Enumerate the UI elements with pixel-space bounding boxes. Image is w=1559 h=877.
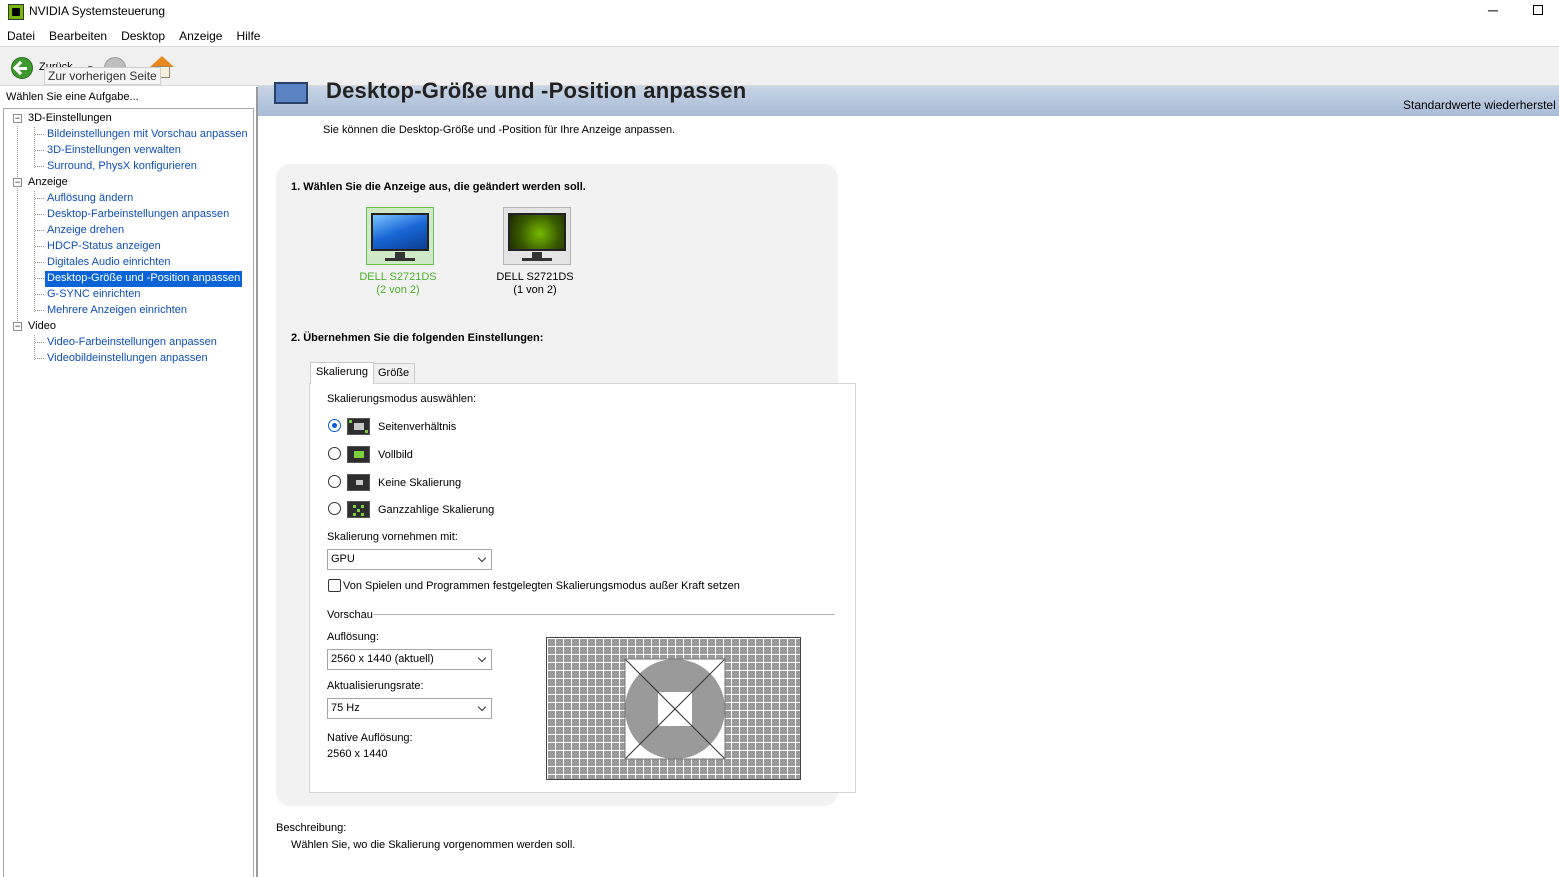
resolution-label: Auflösung: (327, 631, 379, 643)
menu-anzeige[interactable]: Anzeige (172, 27, 229, 45)
tree-collapse-icon[interactable]: − (13, 178, 22, 187)
toolbar: Zurück ▾ Zur vorherigen Seite (0, 46, 1559, 86)
integer-scaling-icon (347, 501, 370, 518)
tab-skalierung[interactable]: Skalierung (310, 362, 374, 384)
description-label: Beschreibung: (276, 822, 347, 834)
tree-item-video-farbe[interactable]: Video-Farbeinstellungen anpassen (45, 335, 219, 351)
tree-item-anzeige-drehen[interactable]: Anzeige drehen (45, 223, 126, 239)
maximize-button[interactable] (1533, 5, 1543, 15)
title-bar: NVIDIA Systemsteuerung ─ (0, 0, 1559, 24)
no-scaling-icon (347, 474, 370, 491)
override-checkbox[interactable] (328, 579, 341, 592)
tree-collapse-icon[interactable]: − (13, 322, 22, 331)
fullscreen-icon (347, 446, 370, 463)
menu-desktop[interactable]: Desktop (114, 27, 172, 45)
page-intro: Sie können die Desktop-Größe und -Positi… (323, 124, 676, 136)
tree-category-anzeige[interactable]: Anzeige (28, 175, 68, 191)
display-tile-2[interactable] (366, 207, 434, 265)
task-tree: − 3D-Einstellungen Bildeinstellungen mit… (3, 108, 254, 877)
tree-item-desktop-groesse[interactable]: Desktop-Größe und -Position anpassen (45, 271, 243, 287)
display-name: DELL S2721DS (496, 271, 574, 283)
display-name: DELL S2721DS (359, 271, 437, 283)
minimize-button[interactable]: ─ (1486, 2, 1500, 18)
tree-item-mehrere-anzeigen[interactable]: Mehrere Anzeigen einrichten (45, 303, 189, 319)
preview-group-label: Vorschau (327, 609, 373, 621)
tree-item-videobild[interactable]: Videobildeinstellungen anpassen (45, 351, 210, 367)
display-index: (1 von 2) (513, 284, 557, 296)
monitor-nvidia-icon (508, 213, 566, 251)
aspect-ratio-icon (347, 418, 370, 435)
panel-splitter[interactable] (256, 87, 258, 877)
tree-item-digitales-audio[interactable]: Digitales Audio einrichten (45, 255, 173, 271)
preview-divider (373, 614, 835, 615)
radio-vollbild[interactable] (328, 447, 341, 460)
desktop-size-icon (274, 82, 316, 110)
tree-collapse-icon[interactable]: − (13, 114, 22, 123)
window-title: NVIDIA Systemsteuerung (29, 4, 166, 18)
tree-item-aufloesung[interactable]: Auflösung ändern (45, 191, 135, 207)
tab-groesse[interactable]: Größe (372, 363, 416, 384)
tree-category-video[interactable]: Video (28, 319, 56, 335)
nvidia-app-icon (8, 4, 24, 20)
section1-title: 1. Wählen Sie die Anzeige aus, die geänd… (291, 181, 586, 193)
task-panel-header: Wählen Sie eine Aufgabe... (6, 91, 139, 103)
refresh-rate-label: Aktualisierungsrate: (327, 680, 424, 692)
native-resolution-value: 2560 x 1440 (327, 748, 388, 760)
restore-defaults-link[interactable]: Standardwerte wiederherstel (1403, 98, 1556, 112)
page-banner: Desktop-Größe und -Position anpassen Sta… (258, 78, 1559, 116)
radio-keine-skalierung[interactable] (328, 475, 341, 488)
menu-hilfe[interactable]: Hilfe (229, 27, 267, 45)
scaling-preview (546, 637, 801, 780)
native-resolution-label: Native Auflösung: (327, 732, 413, 744)
scaling-mode-label: Skalierungsmodus auswählen: (327, 393, 477, 405)
option-ganzzahlige-skalierung[interactable]: Ganzzahlige Skalierung (378, 504, 494, 516)
override-label[interactable]: Von Spielen und Programmen festgelegten … (343, 580, 740, 592)
display-label-2[interactable]: DELL S2721DS (2 von 2) (348, 271, 448, 297)
tree-item-hdcp-status[interactable]: HDCP-Status anzeigen (45, 239, 163, 255)
menu-bar: Datei Bearbeiten Desktop Anzeige Hilfe (0, 27, 267, 45)
tree-category-3d[interactable]: 3D-Einstellungen (28, 111, 112, 127)
tree-item-farbeinstellungen[interactable]: Desktop-Farbeinstellungen anpassen (45, 207, 231, 223)
tree-item-3d-verwalten[interactable]: 3D-Einstellungen verwalten (45, 143, 183, 159)
menu-datei[interactable]: Datei (0, 27, 42, 45)
perform-scaling-label: Skalierung vornehmen mit: (327, 531, 458, 543)
tree-item-gsync[interactable]: G-SYNC einrichten (45, 287, 143, 303)
radio-ganzzahlige-skalierung[interactable] (328, 502, 341, 515)
radio-seitenverhaeltnis[interactable] (328, 419, 341, 432)
perform-scaling-select[interactable]: GPU (327, 549, 492, 570)
option-seitenverhaeltnis[interactable]: Seitenverhältnis (378, 421, 456, 433)
refresh-rate-select[interactable]: 75 Hz (327, 698, 492, 719)
tree-item-surround-physx[interactable]: Surround, PhysX konfigurieren (45, 159, 199, 175)
option-keine-skalierung[interactable]: Keine Skalierung (378, 477, 461, 489)
resolution-select[interactable]: 2560 x 1440 (aktuell) (327, 649, 492, 670)
section2-title: 2. Übernehmen Sie die folgenden Einstell… (291, 332, 544, 344)
tree-item-bildeinstellungen[interactable]: Bildeinstellungen mit Vorschau anpassen (45, 127, 250, 143)
option-vollbild[interactable]: Vollbild (378, 449, 413, 461)
display-label-1[interactable]: DELL S2721DS (1 von 2) (485, 271, 585, 297)
menu-bearbeiten[interactable]: Bearbeiten (42, 27, 114, 45)
description-text: Wählen Sie, wo die Skalierung vorgenomme… (291, 839, 576, 851)
display-index: (2 von 2) (376, 284, 420, 296)
monitor-windows-icon (371, 213, 429, 251)
task-panel: Wählen Sie eine Aufgabe... − 3D-Einstell… (0, 87, 258, 877)
back-arrow-icon[interactable] (11, 57, 33, 79)
display-tile-1[interactable] (503, 207, 571, 265)
page-title: Desktop-Größe und -Position anpassen (326, 78, 747, 103)
back-tooltip: Zur vorherigen Seite (44, 67, 161, 85)
